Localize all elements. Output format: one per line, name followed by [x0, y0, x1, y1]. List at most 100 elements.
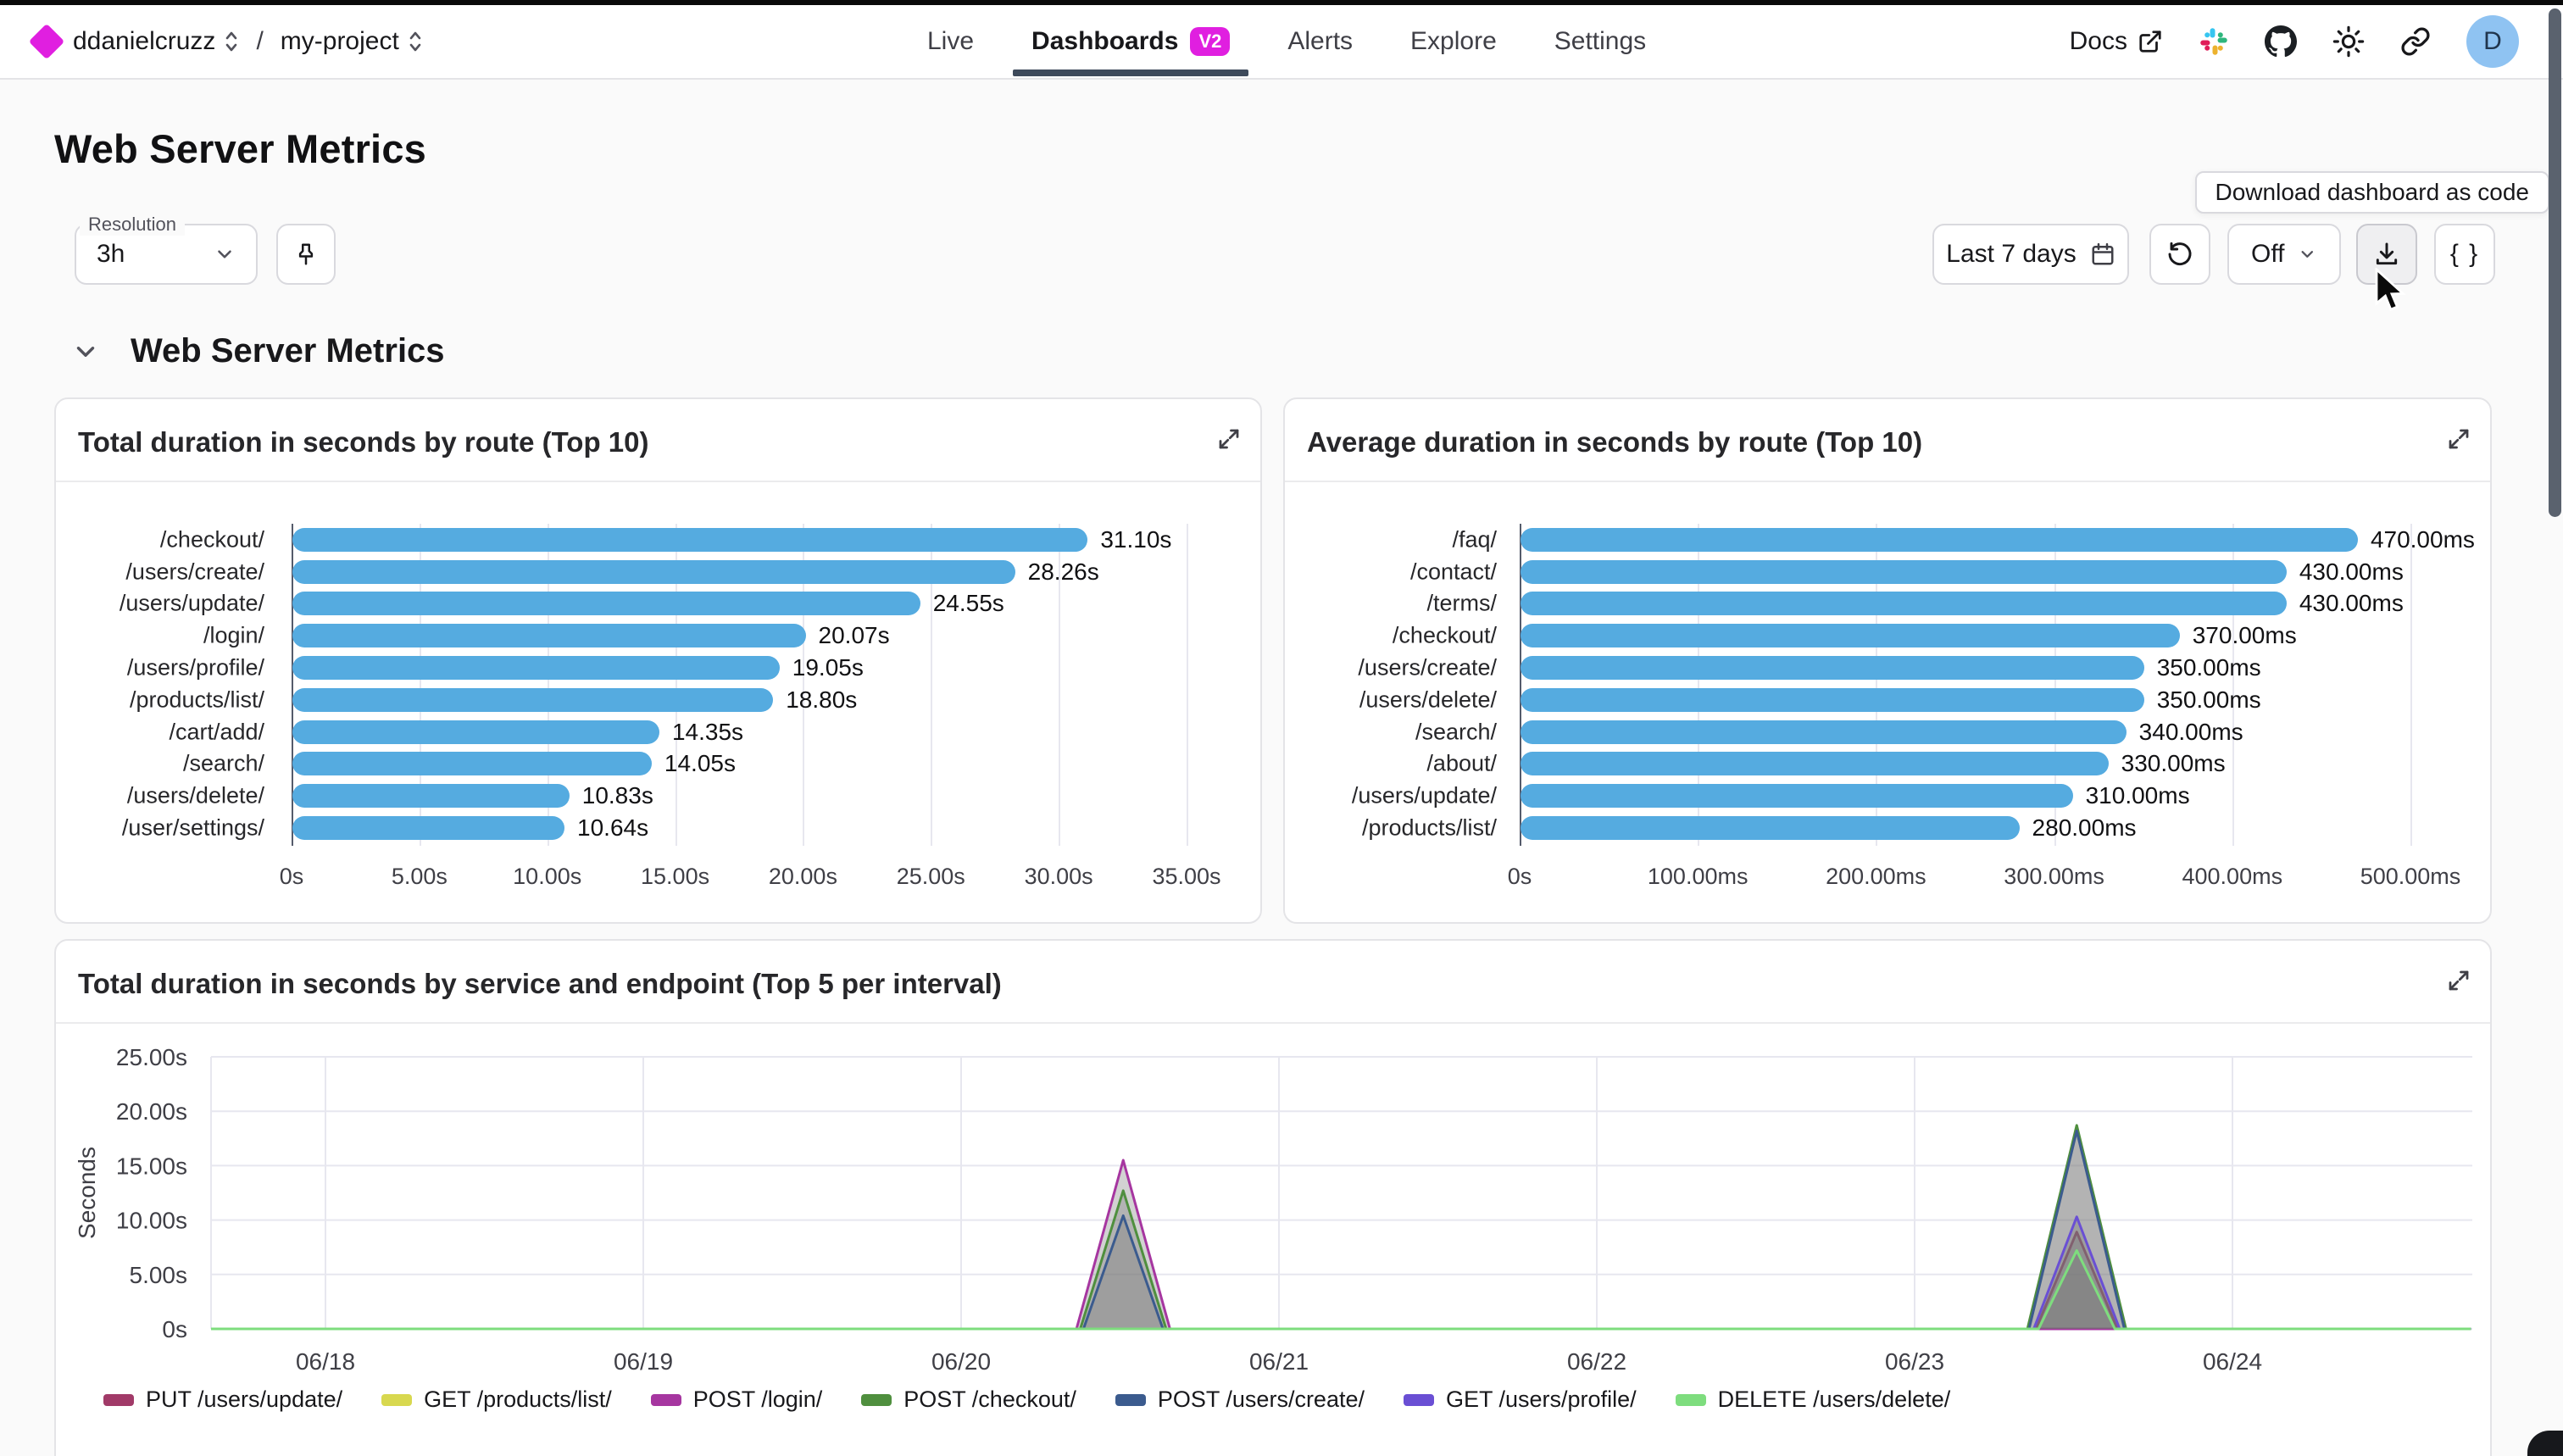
- chart-legend: PUT /users/update/GET /products/list/POS…: [103, 1387, 1950, 1413]
- auto-refresh-select[interactable]: Off: [2227, 224, 2341, 285]
- bar-value-label: 24.55s: [933, 590, 1004, 617]
- section-header[interactable]: Web Server Metrics: [71, 332, 445, 370]
- tab-label: Live: [927, 27, 974, 56]
- legend-item[interactable]: POST /checkout/: [861, 1387, 1076, 1413]
- series-line: [211, 1232, 2471, 1329]
- expand-panel-button[interactable]: [2446, 968, 2471, 993]
- scrollbar-thumb[interactable]: [2549, 8, 2561, 517]
- time-range-button[interactable]: Last 7 days: [1932, 224, 2129, 285]
- bar: [1521, 560, 2287, 584]
- braces-label: { }: [2450, 240, 2479, 269]
- org-name: ddanielcruzz: [73, 27, 215, 56]
- external-link-icon: [2138, 29, 2163, 54]
- app-logo-icon[interactable]: [29, 24, 64, 59]
- bar-row: /products/list/18.80s: [56, 684, 1260, 716]
- refresh-icon: [2166, 241, 2193, 268]
- chevron-down-icon: [214, 243, 236, 265]
- tab-label: Settings: [1554, 27, 1646, 56]
- bar-value-label: 18.80s: [786, 686, 857, 714]
- github-button[interactable]: [2265, 25, 2297, 58]
- legend-item[interactable]: POST /users/create/: [1115, 1387, 1365, 1413]
- legend-item[interactable]: GET /users/profile/: [1404, 1387, 1637, 1413]
- x-tick-label: 25.00s: [897, 864, 965, 890]
- category-label: /users/update/: [56, 591, 264, 617]
- share-link-button[interactable]: [2400, 26, 2431, 57]
- bar: [1521, 720, 2127, 744]
- slack-button[interactable]: [2199, 26, 2229, 57]
- bar-value-label: 330.00ms: [2121, 750, 2226, 777]
- divider: [56, 1022, 2490, 1024]
- chevron-down-icon: [2298, 244, 2317, 264]
- x-tick-label: 20.00s: [769, 864, 837, 890]
- tab-label: Alerts: [1287, 27, 1353, 56]
- category-label: /users/profile/: [56, 655, 264, 681]
- project-selector[interactable]: my-project: [281, 27, 423, 56]
- bar-row: /search/14.05s: [56, 748, 1260, 781]
- theme-toggle-button[interactable]: [2332, 25, 2365, 58]
- pin-button[interactable]: [276, 224, 336, 285]
- github-icon: [2265, 25, 2297, 58]
- topbar-actions: Docs: [2070, 5, 2519, 78]
- expand-icon: [1216, 426, 1242, 452]
- category-label: /users/update/: [1285, 783, 1497, 809]
- tab-dashboards[interactable]: DashboardsV2: [1003, 5, 1259, 78]
- bar-value-label: 10.64s: [577, 814, 648, 842]
- category-label: /contact/: [1285, 559, 1497, 585]
- refresh-button[interactable]: [2149, 224, 2210, 285]
- series-fill: [211, 1251, 2471, 1329]
- bar-value-label: 28.26s: [1028, 559, 1099, 586]
- bar: [292, 624, 806, 647]
- legend-item[interactable]: DELETE /users/delete/: [1676, 1387, 1951, 1413]
- tab-explore[interactable]: Explore: [1382, 5, 1526, 78]
- bar-row: /faq/470.00ms: [1285, 524, 2490, 556]
- bar: [292, 752, 652, 775]
- user-avatar[interactable]: D: [2466, 15, 2519, 68]
- bar-value-label: 19.05s: [792, 654, 864, 681]
- x-tick-label: 06/24: [2203, 1348, 2262, 1375]
- legend-item[interactable]: GET /products/list/: [381, 1387, 612, 1413]
- legend-label: POST /users/create/: [1158, 1387, 1365, 1413]
- area-chart: 0s5.00s10.00s15.00s20.00s25.00s06/1806/1…: [56, 1025, 2494, 1398]
- legend-label: POST /checkout/: [903, 1387, 1076, 1413]
- expand-icon: [2446, 968, 2471, 993]
- legend-swatch: [651, 1394, 681, 1406]
- legend-item[interactable]: POST /login/: [651, 1387, 823, 1413]
- legend-swatch: [1676, 1394, 1706, 1406]
- panel-title: Total duration in seconds by service and…: [78, 968, 1002, 1000]
- expand-icon: [2446, 426, 2471, 452]
- tab-live[interactable]: Live: [898, 5, 1003, 78]
- panel-average-duration-by-route: Average duration in seconds by route (To…: [1283, 397, 2492, 924]
- x-tick-label: 300.00ms: [2004, 864, 2104, 890]
- bar-row: /users/create/350.00ms: [1285, 652, 2490, 684]
- expand-panel-button[interactable]: [2446, 426, 2471, 452]
- tab-alerts[interactable]: Alerts: [1259, 5, 1382, 78]
- x-tick-label: 35.00s: [1152, 864, 1220, 890]
- bar-value-label: 20.07s: [819, 622, 890, 649]
- org-selector[interactable]: ddanielcruzz: [73, 27, 239, 56]
- bar-value-label: 280.00ms: [2032, 814, 2137, 842]
- expand-panel-button[interactable]: [1216, 426, 1242, 452]
- json-view-button[interactable]: { }: [2434, 224, 2495, 285]
- category-label: /users/create/: [56, 559, 264, 585]
- category-label: /terms/: [1285, 591, 1497, 617]
- bar-value-label: 10.83s: [582, 782, 653, 809]
- panel-duration-by-service-endpoint: Total duration in seconds by service and…: [54, 939, 2492, 1456]
- pin-icon: [293, 242, 319, 267]
- panel-title: Total duration in seconds by route (Top …: [78, 426, 648, 458]
- updown-chevron-icon: [408, 30, 423, 53]
- bar: [1521, 688, 2144, 712]
- category-label: /checkout/: [1285, 623, 1497, 649]
- docs-link[interactable]: Docs: [2070, 27, 2163, 56]
- tooltip: Download dashboard as code: [2195, 171, 2549, 214]
- topbar: ddanielcruzz / my-project LiveDashboards…: [0, 5, 2563, 80]
- bar: [1521, 592, 2287, 615]
- legend-item[interactable]: PUT /users/update/: [103, 1387, 342, 1413]
- bar: [292, 720, 659, 744]
- bar-row: /user/settings/10.64s: [56, 812, 1260, 844]
- category-label: /user/settings/: [56, 815, 264, 842]
- bar: [292, 816, 564, 840]
- legend-swatch: [103, 1394, 134, 1406]
- bar-value-label: 14.35s: [672, 719, 743, 746]
- window-top-strip: [0, 0, 2563, 5]
- tab-settings[interactable]: Settings: [1526, 5, 1675, 78]
